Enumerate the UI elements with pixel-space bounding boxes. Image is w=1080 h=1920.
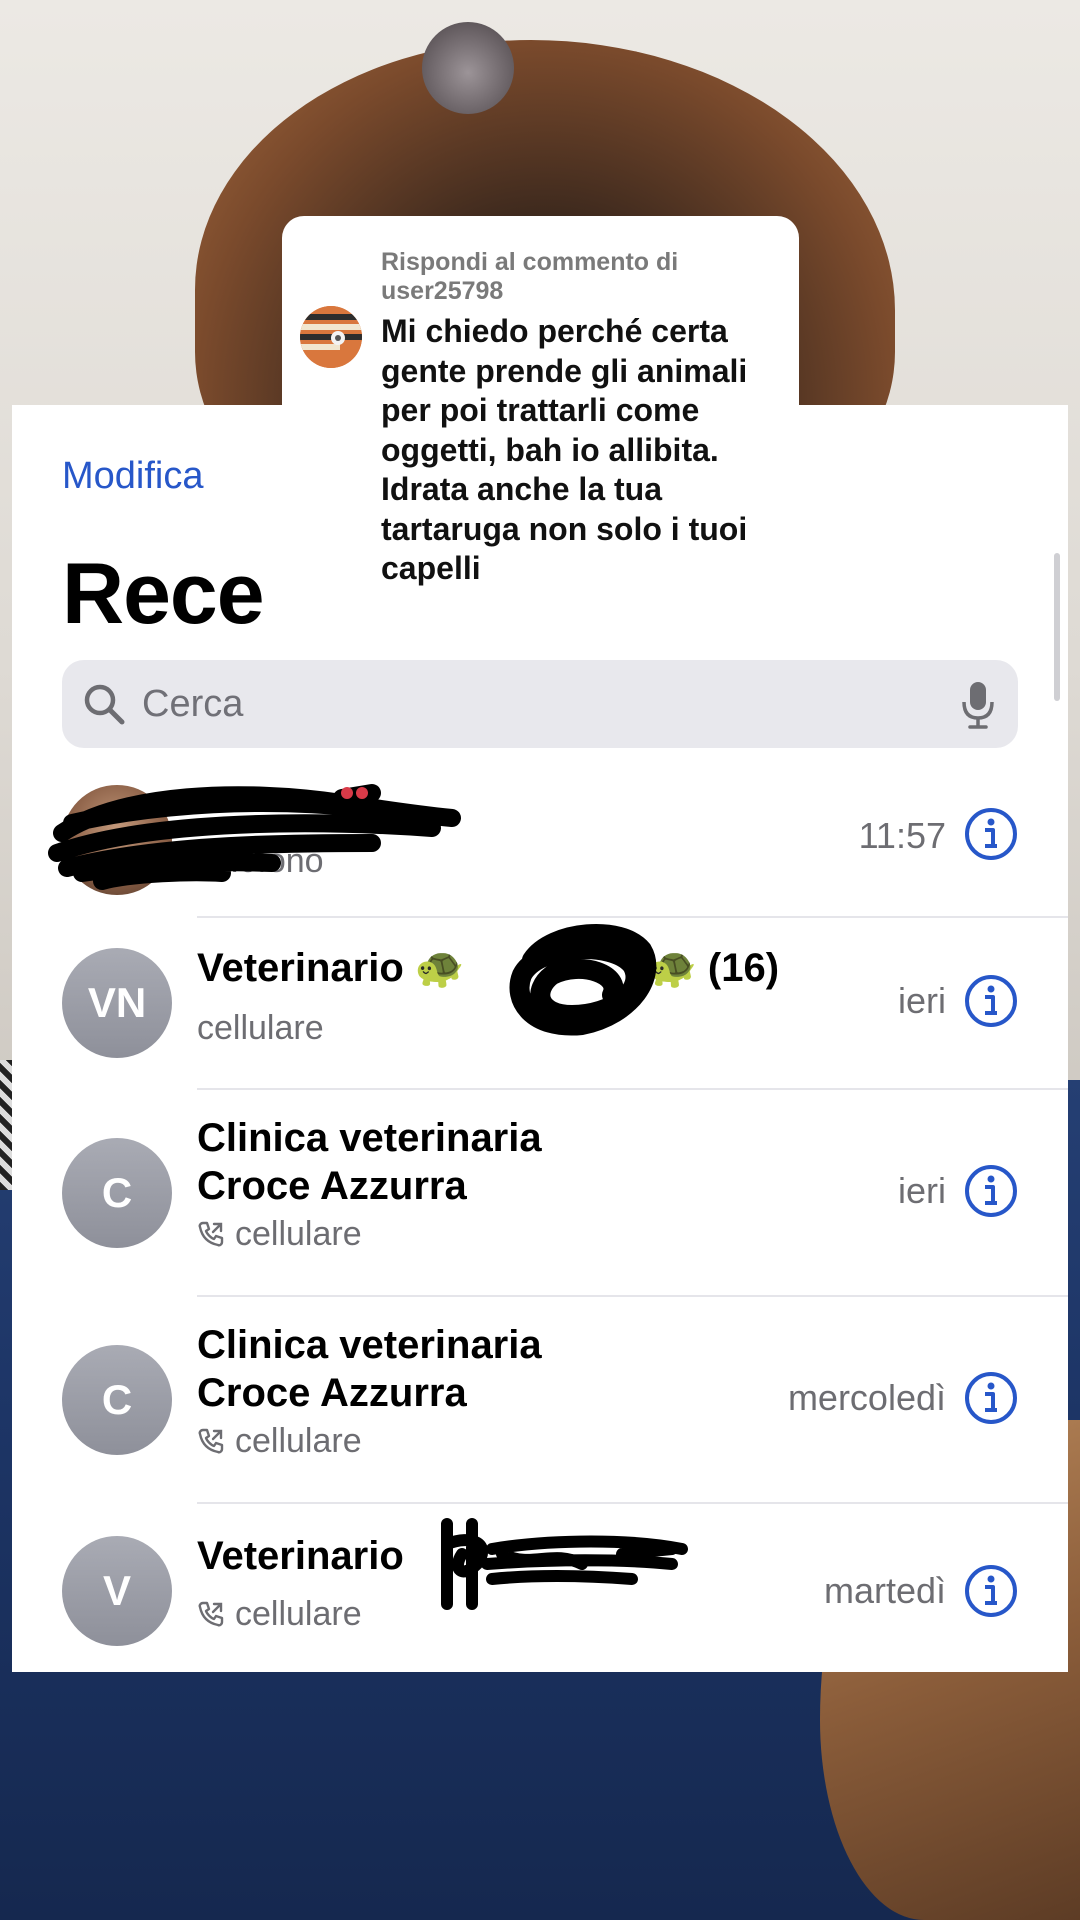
info-icon[interactable]	[964, 1164, 1018, 1218]
edit-button[interactable]: Modifica	[62, 455, 204, 498]
list-item[interactable]: V Veterinario cellulare martedì	[12, 1504, 1068, 1669]
list-item[interactable]: elefono 11:57	[12, 763, 1068, 918]
comment-text: Mi chiedo perché certa gente prende gli …	[381, 313, 748, 586]
turtle-emoji: 🐢	[414, 945, 465, 991]
contact-name: Veterinario 🐢 🐢 (16)	[197, 944, 779, 992]
contact-name-line2: Croce Azzurra	[197, 1371, 467, 1415]
contact-subtitle: cellulare	[235, 1595, 362, 1633]
commenter-avatar-image	[300, 306, 362, 368]
call-time: mercoledì	[787, 1377, 946, 1418]
info-icon[interactable]	[964, 1371, 1018, 1425]
info-icon[interactable]	[964, 974, 1018, 1028]
page-title: Rece	[62, 546, 265, 642]
contact-subtitle: cellulare	[235, 1422, 362, 1460]
avatar: C	[62, 1138, 172, 1248]
list-item[interactable]: VN Veterinario 🐢 🐢 (16) cellulare ieri	[12, 918, 1068, 1090]
redaction-scribble	[48, 784, 461, 890]
info-icon[interactable]	[964, 1564, 1018, 1618]
contact-subtitle-wrap: cellulare	[197, 1421, 362, 1461]
contact-subtitle: cellulare	[197, 1009, 324, 1047]
contact-name-line1: Clinica veterinaria	[197, 1116, 542, 1160]
outgoing-call-icon	[198, 1428, 224, 1454]
redaction-scribble	[509, 924, 657, 1036]
search-input[interactable]	[142, 660, 922, 748]
scrollbar[interactable]	[1054, 553, 1060, 701]
call-time: martedì	[823, 1570, 946, 1611]
avatar: C	[62, 1345, 172, 1455]
contact-name-text: Veterinario	[197, 946, 404, 990]
avatar: VN	[62, 948, 172, 1058]
search-bar[interactable]	[62, 660, 1018, 748]
contact-name: Veterinario	[197, 1534, 404, 1578]
contact-subtitle: cellulare	[235, 1215, 362, 1253]
info-icon[interactable]	[964, 807, 1018, 861]
list-item[interactable]: C Clinica veterinaria Croce Azzurra cell…	[12, 1297, 1068, 1504]
contact-name-line1: Clinica veterinaria	[197, 1323, 542, 1367]
outgoing-call-icon	[198, 1601, 224, 1627]
redaction-scribble	[441, 1518, 688, 1610]
contact-name-line2: Croce Azzurra	[197, 1164, 467, 1208]
list-item[interactable]: C Clinica veterinaria Croce Azzurra cell…	[12, 1090, 1068, 1297]
avatar: V	[62, 1536, 172, 1646]
outgoing-call-icon	[198, 1221, 224, 1247]
commenter-avatar	[300, 306, 362, 368]
search-icon	[84, 684, 125, 725]
contact-subtitle-wrap: cellulare	[197, 1594, 362, 1634]
comment-reply-bubble[interactable]: Rispondi al commento di user25798 Mi chi…	[282, 216, 799, 606]
comment-reply-header: Rispondi al commento di user25798	[381, 248, 679, 305]
call-time: ieri	[897, 980, 946, 1021]
contact-subtitle-wrap: cellulare	[197, 1214, 362, 1254]
call-time: 11:57	[858, 815, 946, 856]
microphone-icon[interactable]	[960, 680, 996, 730]
call-count: (16)	[707, 946, 780, 990]
call-time: ieri	[897, 1170, 946, 1211]
background-hair-clip	[422, 22, 514, 114]
